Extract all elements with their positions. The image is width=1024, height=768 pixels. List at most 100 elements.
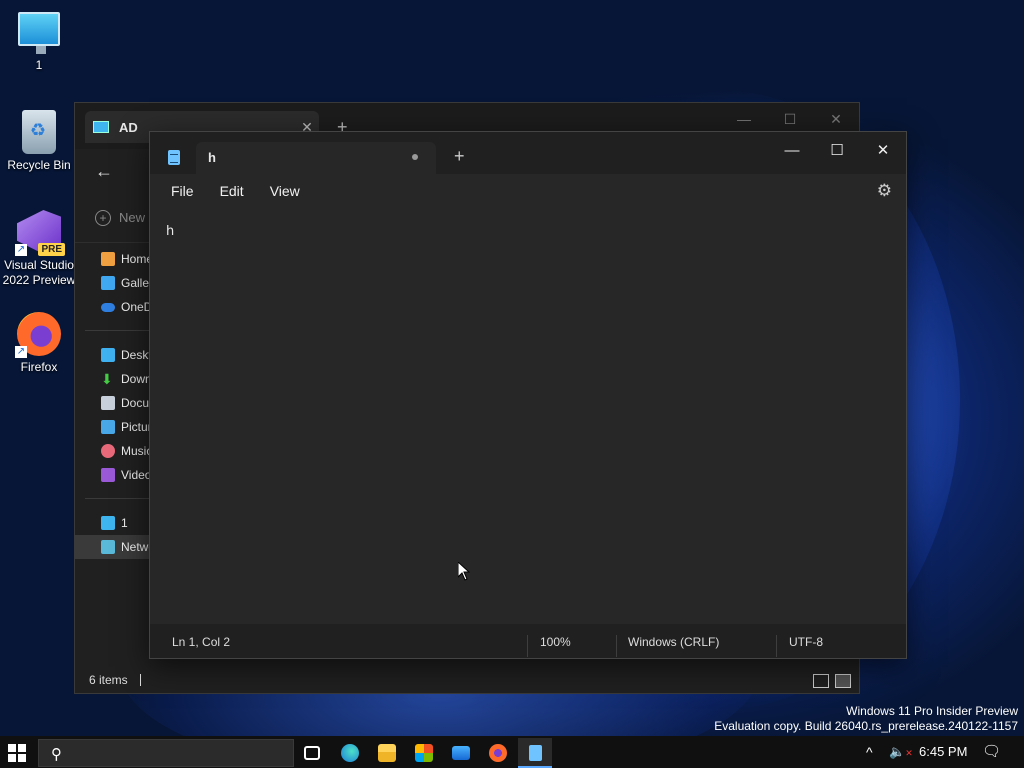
- desktop-icon-label: Firefox: [20, 360, 58, 374]
- edge-button[interactable]: [333, 738, 367, 768]
- unsaved-dot-icon[interactable]: [412, 154, 418, 160]
- taskbar: ⚲ ^ 🔈✕ 6:45 PM 🗨: [0, 736, 1024, 768]
- status-divider: [776, 635, 777, 657]
- maximize-button[interactable]: ☐: [814, 136, 860, 166]
- desktop-folder-icon: [101, 348, 115, 362]
- search-icon: ⚲: [51, 746, 62, 763]
- navigation-pane: Home Gallery OneDrive Desktop ⬇Downloads…: [75, 247, 151, 559]
- notepad-app-icon: [168, 150, 180, 165]
- watermark-line-1: Windows 11 Pro Insider Preview: [846, 704, 1018, 718]
- zoom-level[interactable]: 100%: [540, 635, 571, 649]
- pictures-icon: [101, 420, 115, 434]
- file-explorer-button[interactable]: [370, 738, 404, 768]
- text-editor[interactable]: h: [150, 208, 906, 626]
- monitor-icon: [18, 12, 60, 54]
- notepad-icon: [528, 745, 542, 761]
- evaluation-watermark: Windows 11 Pro Insider Preview Evaluatio…: [714, 704, 1018, 734]
- firefox-icon: ↗: [15, 312, 61, 358]
- clock[interactable]: 6:45 PM: [919, 736, 967, 768]
- store-button[interactable]: [407, 738, 441, 768]
- computer-icon: [101, 516, 115, 530]
- mail-button[interactable]: [444, 738, 478, 768]
- edge-icon: [341, 744, 359, 762]
- status-divider: [527, 635, 528, 657]
- minimize-button[interactable]: —: [769, 136, 815, 166]
- recycle-bin-icon: [22, 110, 56, 154]
- notification-icon[interactable]: 🗨: [982, 736, 1001, 768]
- task-view-icon: [304, 746, 320, 760]
- menu-view[interactable]: View: [257, 183, 313, 199]
- shortcut-arrow-icon: ↗: [15, 244, 27, 256]
- close-button[interactable]: ✕: [813, 109, 859, 129]
- document-icon: [101, 396, 115, 410]
- watermark-line-2: Evaluation copy. Build 26040.rs_prerelea…: [714, 719, 1018, 733]
- pre-badge: PRE: [38, 243, 65, 256]
- desktop-icon-recycle-bin[interactable]: Recycle Bin: [1, 110, 77, 173]
- line-ending[interactable]: Windows (CRLF): [628, 635, 719, 649]
- notepad-status-bar: Ln 1, Col 2 100% Windows (CRLF) UTF-8: [150, 624, 906, 658]
- nav-item-home[interactable]: Home: [75, 247, 151, 271]
- maximize-button[interactable]: ☐: [767, 109, 813, 129]
- nav-divider: [85, 498, 149, 499]
- desktop-icon-visual-studio[interactable]: PRE ↗ Visual Studio 2022 Preview: [1, 210, 77, 288]
- nav-item-desktop[interactable]: Desktop: [75, 343, 151, 367]
- visual-studio-icon: PRE ↗: [15, 210, 65, 256]
- desktop-icon-label: Visual Studio 2022 Preview: [2, 258, 76, 287]
- nav-item-this-pc[interactable]: 1: [75, 511, 151, 535]
- nav-item-videos[interactable]: Videos: [75, 463, 151, 487]
- firefox-button[interactable]: [481, 738, 515, 768]
- download-icon: ⬇: [101, 371, 113, 387]
- notepad-taskbar-button[interactable]: [518, 738, 552, 768]
- new-button[interactable]: New: [119, 210, 145, 225]
- status-divider: [616, 635, 617, 657]
- item-count: 6 items: [89, 673, 128, 687]
- cursor-position: Ln 1, Col 2: [172, 635, 231, 649]
- notepad-menubar: File Edit View ⚙: [150, 174, 906, 208]
- nav-item-documents[interactable]: Documents: [75, 391, 151, 415]
- minimize-button[interactable]: —: [721, 109, 767, 129]
- desktop-icon-label: Recycle Bin: [7, 158, 71, 172]
- network-icon: [101, 540, 115, 554]
- video-icon: [101, 468, 115, 482]
- encoding[interactable]: UTF-8: [789, 635, 823, 649]
- chevron-up-icon[interactable]: ^: [866, 736, 873, 768]
- cloud-icon: [101, 302, 115, 312]
- music-icon: [101, 444, 115, 458]
- tiles-view-icon[interactable]: [835, 674, 851, 688]
- firefox-icon: [489, 744, 507, 762]
- home-icon: [101, 252, 115, 266]
- nav-item-network[interactable]: Network: [75, 535, 151, 559]
- notepad-titlebar[interactable]: h + — ☐ ✕: [150, 132, 906, 174]
- search-box[interactable]: ⚲: [38, 739, 294, 767]
- gallery-icon: [101, 276, 115, 290]
- new-icon: +: [95, 209, 111, 226]
- nav-item-onedrive[interactable]: OneDrive: [75, 295, 151, 319]
- start-button[interactable]: [8, 744, 26, 762]
- back-arrow-icon[interactable]: ←: [95, 161, 113, 182]
- nav-item-music[interactable]: Music: [75, 439, 151, 463]
- folder-icon: [378, 744, 396, 762]
- desktop-icon-this-pc[interactable]: 1: [1, 12, 77, 73]
- task-view-button[interactable]: [295, 738, 329, 768]
- new-tab-icon[interactable]: +: [454, 146, 465, 167]
- menu-file[interactable]: File: [158, 183, 207, 199]
- store-icon: [415, 744, 433, 762]
- notepad-tab-title: h: [208, 150, 216, 165]
- nav-item-gallery[interactable]: Gallery: [75, 271, 151, 295]
- status-divider: [139, 674, 141, 686]
- nav-item-downloads[interactable]: ⬇Downloads: [75, 367, 151, 391]
- computer-icon: [93, 121, 109, 133]
- desktop-icon-firefox[interactable]: ↗ Firefox: [1, 312, 77, 375]
- menu-edit[interactable]: Edit: [207, 183, 257, 199]
- notepad-tab[interactable]: h: [196, 142, 436, 174]
- close-button[interactable]: ✕: [860, 136, 906, 166]
- nav-item-pictures[interactable]: Pictures: [75, 415, 151, 439]
- shortcut-arrow-icon: ↗: [15, 346, 27, 358]
- speaker-muted-icon[interactable]: 🔈✕: [889, 736, 913, 768]
- mail-icon: [452, 746, 470, 760]
- gear-icon[interactable]: ⚙: [877, 181, 892, 201]
- desktop-icon-label: 1: [35, 58, 43, 72]
- notepad-window[interactable]: h + — ☐ ✕ File Edit View ⚙ h Ln 1, Col 2…: [149, 131, 907, 659]
- explorer-status-bar: 6 items: [75, 667, 859, 693]
- details-view-icon[interactable]: [813, 674, 829, 688]
